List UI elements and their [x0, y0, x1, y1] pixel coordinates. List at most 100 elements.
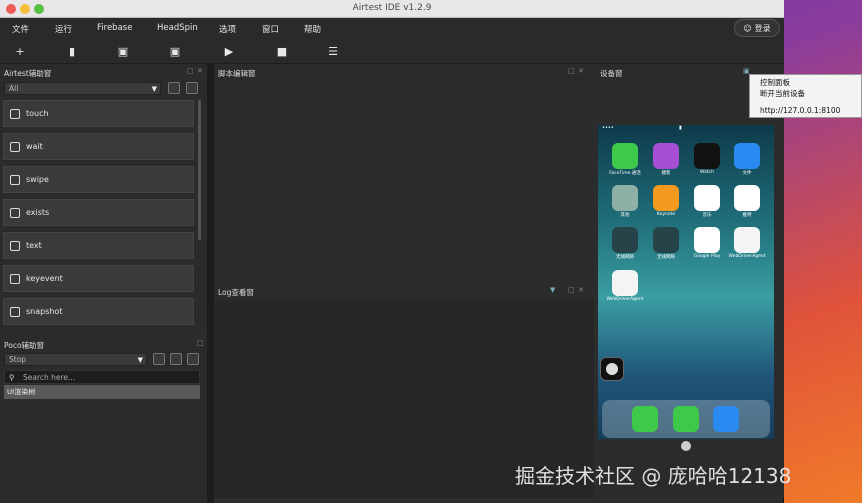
swipe-icon: [10, 174, 20, 185]
log-icon[interactable]: ☰: [326, 44, 340, 58]
camera-icon: [10, 306, 20, 317]
app-label: 无线网络: [657, 255, 675, 260]
poco-panel-title: Poco辅助窗 □: [0, 338, 207, 352]
app-window: Airtest IDE v1.2.9 文件 运行 Firebase HeadSp…: [0, 0, 784, 503]
float-icon[interactable]: □: [568, 286, 575, 294]
menu-help[interactable]: 帮助: [304, 23, 321, 35]
airtest-panel-title: Airtest辅助窗 □ ✕: [0, 66, 207, 80]
save-as-icon[interactable]: ▣: [168, 44, 182, 58]
app-label: Keynote: [656, 212, 676, 217]
keynote-app-icon[interactable]: [653, 185, 679, 211]
close-icon[interactable]: ✕: [197, 67, 203, 75]
ui-tree-root[interactable]: UI渲染树: [4, 385, 200, 399]
network-app-icon[interactable]: [612, 227, 638, 253]
watch-app-icon[interactable]: [694, 143, 720, 169]
safari-app-icon[interactable]: [713, 406, 739, 432]
google-play-icon[interactable]: [694, 227, 720, 253]
poco-mode-value: Stop: [9, 355, 27, 364]
other-folder-icon[interactable]: [612, 185, 638, 211]
device-tooltip: 控制面板 断开当前设备 http://127.0.0.1:8100: [749, 74, 862, 118]
home-button-icon[interactable]: [681, 441, 691, 451]
watermark-text: 掘金技术社区 @ 庞哈哈12138: [515, 464, 792, 488]
app-label: 音乐: [702, 213, 712, 218]
snapshot-label: snapshot: [26, 307, 63, 316]
app-label: 其他: [620, 213, 630, 218]
swipe-label: swipe: [26, 175, 49, 184]
chevron-down-icon: ▼: [137, 356, 143, 364]
tooltip-control-panel: 控制面板: [760, 78, 790, 87]
device-screen[interactable]: •••• ▮ FaceTime 通话 播客 Watch 文件 其他 Keynot…: [598, 125, 774, 439]
app-label: 播客: [661, 171, 671, 176]
poco-mode-select[interactable]: Stop ▼: [4, 353, 147, 366]
webdriveragent-icon[interactable]: [734, 227, 760, 253]
login-button[interactable]: ☺ 登录: [734, 19, 780, 37]
menu-bar: 文件 运行 Firebase HeadSpin 选项 窗口 帮助 ☺ 登录: [0, 18, 784, 38]
app-label: 推特: [742, 213, 752, 218]
add-command-icon[interactable]: [168, 82, 180, 94]
float-icon[interactable]: □: [187, 67, 194, 75]
app-label: WebDriverAgent: [728, 254, 766, 259]
search-placeholder: Search here...: [23, 373, 76, 382]
messages-app-icon[interactable]: [673, 406, 699, 432]
music-app-icon[interactable]: [694, 185, 720, 211]
snapshot-command-button[interactable]: snapshot: [3, 298, 194, 325]
exists-label: exists: [26, 208, 50, 217]
command-filter-value: All: [9, 84, 19, 93]
network-app-icon[interactable]: [653, 227, 679, 253]
app-label: FaceTime 通话: [609, 171, 641, 176]
close-icon[interactable]: ✕: [578, 286, 584, 294]
vertical-splitter[interactable]: [207, 64, 214, 503]
folder-open-icon[interactable]: ▮: [65, 44, 79, 58]
poco-search-input[interactable]: ⚲ Search here...: [4, 370, 200, 384]
script-editor-panel: 脚本编辑窗 □ ✕: [214, 64, 594, 284]
menu-window[interactable]: 窗口: [262, 23, 279, 35]
keyevent-command-button[interactable]: keyevent: [3, 265, 194, 292]
command-filter-select[interactable]: All ▼: [4, 82, 161, 95]
record-icon[interactable]: [187, 353, 199, 365]
plus-icon[interactable]: +: [13, 44, 27, 58]
magnifier-icon: [10, 207, 20, 218]
float-icon[interactable]: □: [568, 67, 575, 75]
podcasts-app-icon[interactable]: [653, 143, 679, 169]
chevron-down-icon: ▼: [151, 85, 157, 93]
phone-app-icon[interactable]: [632, 406, 658, 432]
wait-command-button[interactable]: wait: [3, 133, 194, 160]
search-icon: ⚲: [9, 373, 15, 382]
airtest-panel-scrollbar[interactable]: [198, 100, 201, 240]
menu-options[interactable]: 选项: [219, 23, 236, 35]
app-label: WebDriverAgent: [606, 297, 644, 302]
play-icon[interactable]: ▶: [222, 44, 236, 58]
scanner-app-icon[interactable]: [734, 185, 760, 211]
float-icon[interactable]: □: [197, 339, 204, 347]
tooltip-disconnect: 断开当前设备: [760, 89, 805, 98]
close-icon[interactable]: ✕: [578, 67, 584, 75]
facetime-app-icon[interactable]: [612, 143, 638, 169]
phone-status-bar: •••• ▮: [602, 125, 682, 131]
window-title: Airtest IDE v1.2.9: [352, 3, 432, 13]
files-app-icon[interactable]: [734, 143, 760, 169]
refresh-icon[interactable]: [170, 353, 182, 365]
assistive-touch-icon[interactable]: [600, 357, 624, 381]
menu-run[interactable]: 运行: [55, 23, 72, 35]
stop-icon[interactable]: ■: [275, 44, 289, 58]
touch-command-button[interactable]: touch: [3, 100, 194, 127]
text-icon: [10, 240, 20, 251]
text-label: text: [26, 241, 42, 250]
text-command-button[interactable]: text: [3, 232, 194, 259]
poco-panel-title-text: Poco辅助窗: [4, 340, 45, 350]
filter-icon[interactable]: ▼: [550, 286, 555, 294]
webdriveragent-icon[interactable]: [612, 270, 638, 296]
menu-firebase[interactable]: Firebase: [97, 23, 132, 33]
swipe-command-button[interactable]: swipe: [3, 166, 194, 193]
keyboard-icon: [10, 273, 20, 284]
device-panel-title-text: 设备窗: [600, 68, 623, 78]
touch-label: touch: [26, 109, 49, 118]
camera-icon[interactable]: [186, 82, 198, 94]
log-panel-title-text: Log查看窗: [218, 287, 254, 297]
menu-file[interactable]: 文件: [12, 23, 29, 35]
app-label: Google Play: [693, 254, 721, 259]
save-icon[interactable]: ▣: [116, 44, 130, 58]
menu-headspin[interactable]: HeadSpin: [157, 23, 198, 33]
exists-command-button[interactable]: exists: [3, 199, 194, 226]
lock-icon[interactable]: [153, 353, 165, 365]
